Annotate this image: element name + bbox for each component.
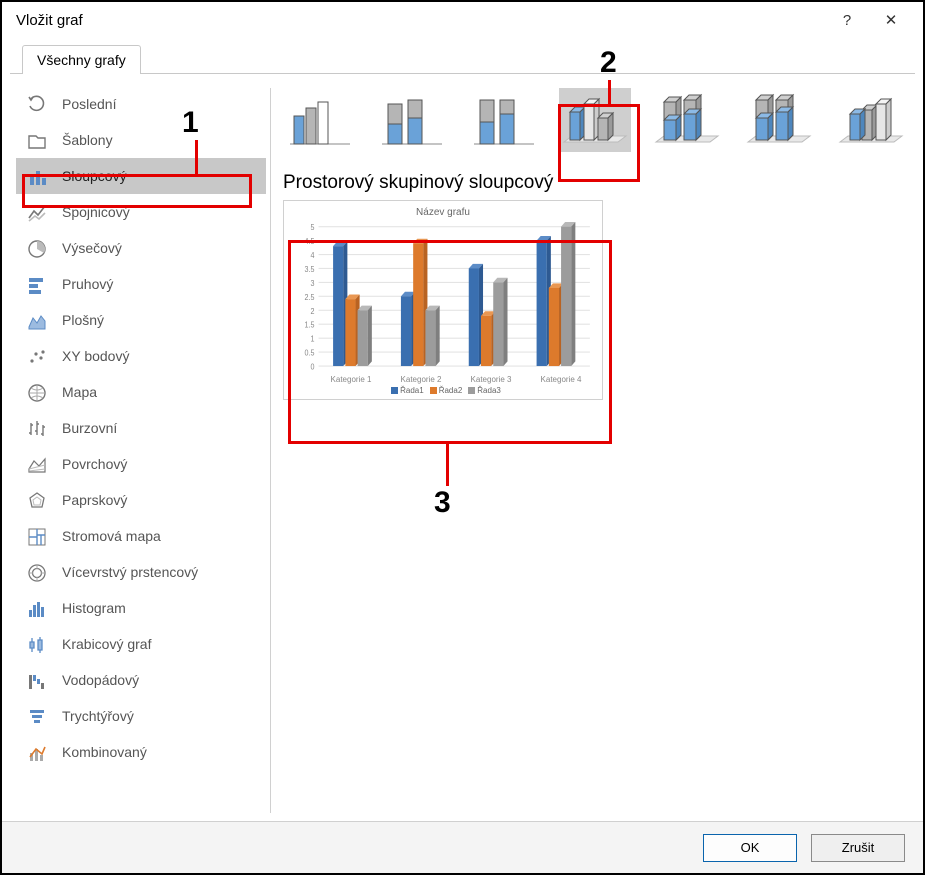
subtype-title: Prostorový skupinový sloupcový <box>283 168 909 200</box>
category-sidebar: Poslední Šablony Sloupcový Spojnicový Výsečo… <box>16 84 266 817</box>
dialog-footer: OK Zrušit <box>2 821 923 873</box>
subtype-1[interactable] <box>375 88 447 152</box>
category-label: Pruhový <box>62 276 113 292</box>
svg-text:1: 1 <box>311 334 315 344</box>
subtype-3[interactable] <box>559 88 631 152</box>
area-icon <box>26 309 48 331</box>
svg-text:1.5: 1.5 <box>305 320 315 330</box>
category-label: Vodopádový <box>62 672 139 688</box>
subtype-2[interactable] <box>467 88 539 152</box>
category-surface[interactable]: Povrchový <box>16 446 266 482</box>
category-label: Trychtýřový <box>62 708 134 724</box>
category-pie[interactable]: Výsečový <box>16 230 266 266</box>
titlebar: Vložit graf ? ✕ <box>2 2 923 38</box>
subtype-6[interactable] <box>835 88 907 152</box>
category-label: Spojnicový <box>62 204 130 220</box>
subtype-4[interactable] <box>651 88 723 152</box>
category-combo[interactable]: Kombinovaný <box>16 734 266 770</box>
category-funnel[interactable]: Trychtýřový <box>16 698 266 734</box>
help-button[interactable]: ? <box>825 2 869 38</box>
svg-text:0: 0 <box>311 362 315 372</box>
dialog-body: Poslední Šablony Sloupcový Spojnicový Výsečo… <box>2 74 923 817</box>
category-label: Histogram <box>62 600 126 616</box>
window-title: Vložit graf <box>16 12 825 29</box>
stock-icon <box>26 417 48 439</box>
sunburst-icon <box>26 561 48 583</box>
category-label: Plošný <box>62 312 104 328</box>
tab-all-charts[interactable]: Všechny grafy <box>22 45 141 74</box>
category-sunburst[interactable]: Vícevrstvý prstencový <box>16 554 266 590</box>
category-label: Kombinovaný <box>62 744 147 760</box>
histogram-icon <box>26 597 48 619</box>
xy-icon <box>26 345 48 367</box>
main-pane: Prostorový skupinový sloupcový Název gra… <box>283 84 909 817</box>
chart-preview[interactable]: Název grafu 0 0.5 1 1.5 2 2.5 3 3.5 4 4.5 5 Katego… <box>283 200 603 400</box>
category-boxwhisker[interactable]: Krabicový graf <box>16 626 266 662</box>
category-label: Šablony <box>62 132 113 148</box>
pie-icon <box>26 237 48 259</box>
category-label: Stromová mapa <box>62 528 161 544</box>
subtype-0[interactable] <box>283 88 355 152</box>
category-label: Vícevrstvý prstencový <box>62 564 198 580</box>
svg-text:2: 2 <box>311 306 315 316</box>
funnel-icon <box>26 705 48 727</box>
category-histogram[interactable]: Histogram <box>16 590 266 626</box>
category-label: Burzovní <box>62 420 117 436</box>
map-icon <box>26 381 48 403</box>
preview-legend: Řada1Řada2Řada3 <box>290 386 596 395</box>
cancel-button[interactable]: Zrušit <box>811 834 905 862</box>
category-treemap[interactable]: Stromová mapa <box>16 518 266 554</box>
category-area[interactable]: Plošný <box>16 302 266 338</box>
bar-icon <box>26 273 48 295</box>
category-label: XY bodový <box>62 348 129 364</box>
category-label: Mapa <box>62 384 97 400</box>
category-map[interactable]: Mapa <box>16 374 266 410</box>
templates-icon <box>26 129 48 151</box>
category-label: Poslední <box>62 96 116 112</box>
category-label: Krabicový graf <box>62 636 151 652</box>
svg-text:3: 3 <box>311 278 315 288</box>
category-stock[interactable]: Burzovní <box>16 410 266 446</box>
category-recent[interactable]: Poslední <box>16 86 266 122</box>
category-templates[interactable]: Šablony <box>16 122 266 158</box>
surface-icon <box>26 453 48 475</box>
ok-button[interactable]: OK <box>703 834 797 862</box>
svg-text:4: 4 <box>311 251 316 261</box>
preview-chart-area: 0 0.5 1 1.5 2 2.5 3 3.5 4 4.5 5 <box>290 222 596 373</box>
radar-icon <box>26 489 48 511</box>
line-icon <box>26 201 48 223</box>
category-label: Povrchový <box>62 456 127 472</box>
subtype-5[interactable] <box>743 88 815 152</box>
category-line[interactable]: Spojnicový <box>16 194 266 230</box>
category-label: Sloupcový <box>62 168 127 184</box>
preview-title: Název grafu <box>290 207 596 218</box>
tabstrip: Všechny grafy <box>10 42 915 74</box>
category-label: Paprskový <box>62 492 127 508</box>
subtype-row <box>283 86 909 168</box>
treemap-icon <box>26 525 48 547</box>
vertical-divider <box>270 88 271 813</box>
preview-category-labels: Kategorie 1Kategorie 2Kategorie 3Kategor… <box>290 375 596 384</box>
svg-text:5: 5 <box>311 223 315 233</box>
category-radar[interactable]: Paprskový <box>16 482 266 518</box>
category-xy[interactable]: XY bodový <box>16 338 266 374</box>
svg-text:0.5: 0.5 <box>305 348 315 358</box>
svg-text:4.5: 4.5 <box>305 237 315 247</box>
category-column[interactable]: Sloupcový <box>16 158 266 194</box>
combo-icon <box>26 741 48 763</box>
category-label: Výsečový <box>62 240 122 256</box>
waterfall-icon <box>26 669 48 691</box>
recent-icon <box>26 93 48 115</box>
boxwhisker-icon <box>26 633 48 655</box>
svg-text:2.5: 2.5 <box>305 292 315 302</box>
column-icon <box>26 165 48 187</box>
close-button[interactable]: ✕ <box>869 2 913 38</box>
svg-text:3.5: 3.5 <box>305 265 315 275</box>
category-waterfall[interactable]: Vodopádový <box>16 662 266 698</box>
category-bar[interactable]: Pruhový <box>16 266 266 302</box>
